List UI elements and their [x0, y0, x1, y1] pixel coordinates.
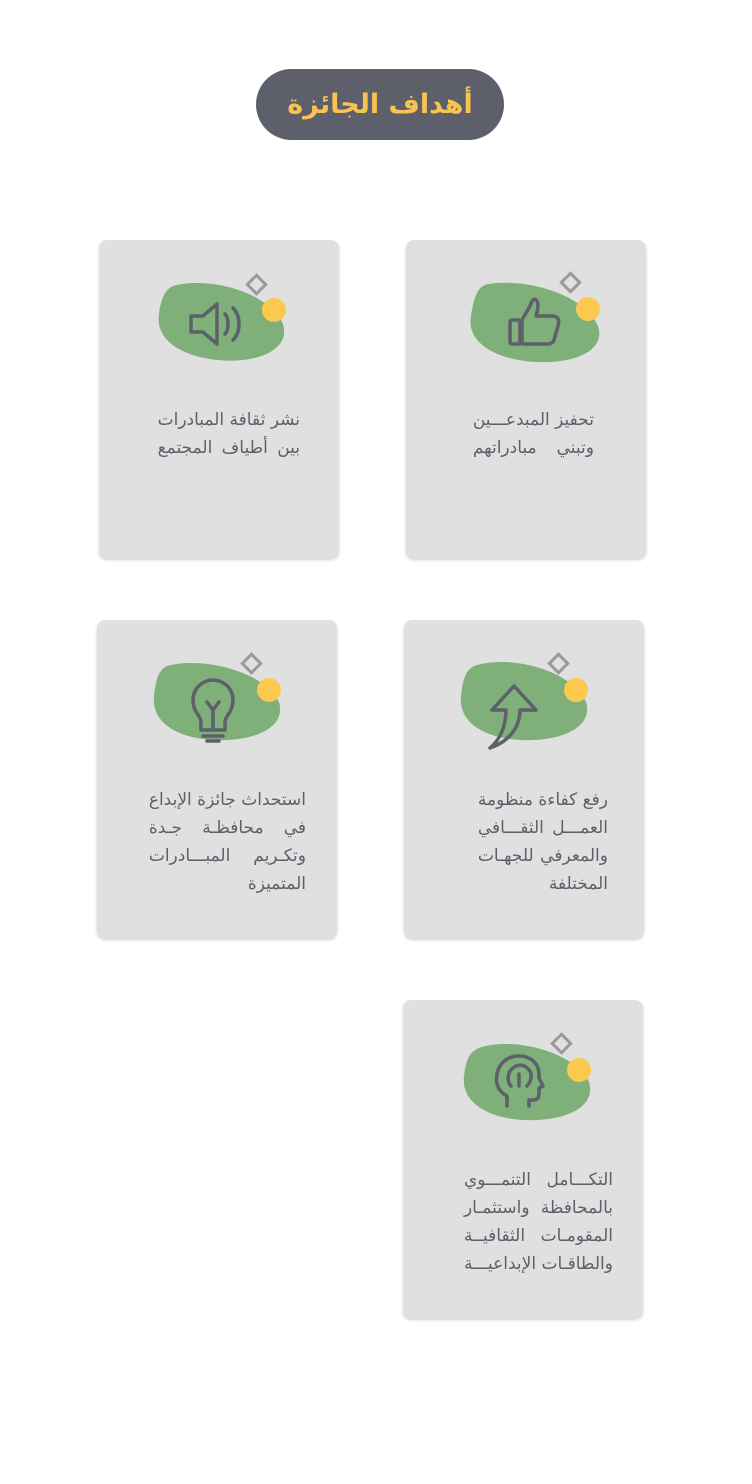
goal-badge — [406, 240, 646, 390]
section-title: أهداف الجائزة — [287, 89, 473, 120]
section-title-pill: أهداف الجائزة — [256, 69, 504, 140]
goal-card-development-integration: التكـــامل التنمـــوي بالمحافظة واستثمـا… — [403, 1000, 643, 1318]
blob-shape — [463, 1043, 591, 1121]
goal-text-line: بين أطياف المجتمع — [157, 438, 300, 458]
goal-text: استحداث جائزة الإبداع في محافظـة جـدة وت… — [149, 786, 306, 898]
goal-text-line: المتميزة — [247, 874, 306, 894]
goal-card-spread-culture: نشر ثقافة المبادرات بين أطياف المجتمع — [99, 240, 339, 558]
diamond-icon — [547, 652, 570, 675]
goal-card-creativity-award: استحداث جائزة الإبداع في محافظـة جـدة وت… — [97, 620, 337, 938]
goal-text-line: المقومـات الثقافيــة — [463, 1226, 613, 1246]
diamond-icon — [240, 652, 263, 675]
diamond-icon — [550, 1032, 573, 1055]
goal-text: نشر ثقافة المبادرات بين أطياف المجتمع — [158, 406, 300, 462]
goal-text: تحفيز المبدعـــين وتبني مبادراتهم — [473, 406, 594, 462]
goal-text-line: تحفيز المبدعـــين — [472, 410, 594, 430]
yellow-dot — [567, 1058, 591, 1082]
diamond-icon — [245, 273, 268, 296]
yellow-dot — [564, 678, 588, 702]
goal-text-line: استحداث جائزة الإبداع — [148, 790, 306, 810]
goal-text: رفع كفاءة منظومة العمـــل الثقـــافي وال… — [478, 786, 608, 898]
goal-badge — [99, 240, 339, 390]
goal-badge — [97, 620, 337, 770]
goal-text: التكـــامل التنمـــوي بالمحافظة واستثمـا… — [464, 1166, 613, 1278]
goal-text-line: وتكـريم المبـــادرات — [148, 846, 306, 866]
goal-text-line: والطاقـات الإبداعيـــة — [463, 1254, 613, 1274]
goal-text-line: العمـــل الثقـــافي — [477, 818, 608, 838]
yellow-dot — [576, 297, 600, 321]
blob-shape — [158, 283, 285, 361]
goal-text-line: رفع كفاءة منظومة — [477, 790, 608, 810]
yellow-dot — [262, 298, 286, 322]
goal-text-line: التكـــامل التنمـــوي — [463, 1170, 613, 1190]
blob-shape — [460, 662, 588, 741]
goal-badge — [404, 620, 644, 770]
goal-text-line: المختلفة — [548, 874, 608, 894]
diamond-icon — [559, 271, 582, 294]
blob-shape — [470, 282, 600, 363]
goal-text-line: في محافظـة جـدة — [148, 818, 306, 838]
goal-badge — [403, 1000, 643, 1150]
goal-card-motivate-creators: تحفيز المبدعـــين وتبني مبادراتهم — [406, 240, 646, 558]
goal-text-line: بالمحافظة واستثمـار — [463, 1198, 613, 1218]
goal-text-line: والمعرفي للجهـات — [477, 846, 608, 866]
goal-text-line: وتبني مبادراتهم — [472, 438, 594, 458]
goal-card-raise-efficiency: رفع كفاءة منظومة العمـــل الثقـــافي وال… — [404, 620, 644, 938]
goal-text-line: نشر ثقافة المبادرات — [157, 410, 300, 430]
yellow-dot — [257, 678, 281, 702]
